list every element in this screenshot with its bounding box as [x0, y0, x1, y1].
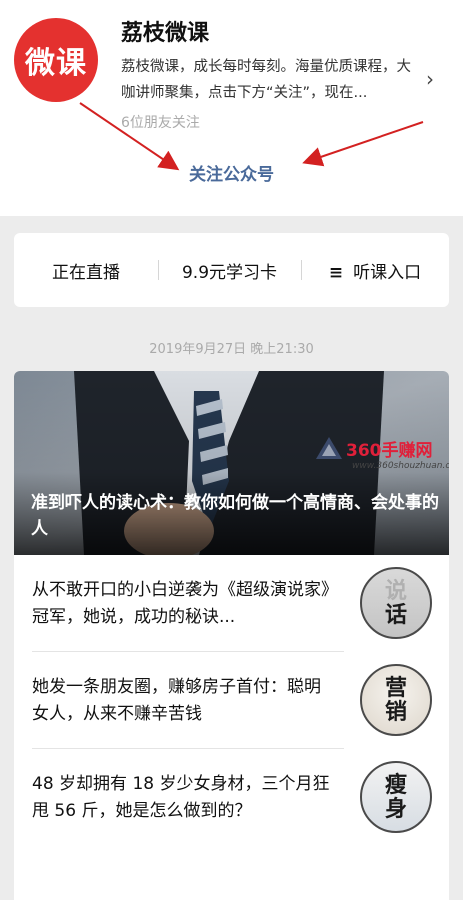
thumbnail-text: 销 — [384, 699, 407, 725]
account-menu: 正在直播 9.9元学习卡 ≡ 听课入口 — [14, 233, 449, 307]
hero-article-title: 准到吓人的读心术：教你如何做一个高情商、会处事的人 — [31, 493, 439, 539]
account-header: 微课 荔枝微课 荔枝微课，成长每时每刻。海量优质课程，大咖讲师聚集，点击下方“关… — [0, 0, 463, 216]
account-logo[interactable]: 微课 — [14, 18, 98, 102]
hero-article[interactable]: 360手赚网 www.360shouzhuan.com 准到吓人的读心术：教你如… — [14, 371, 449, 555]
article-row[interactable]: 她发一条朋友圈，赚够房子首付：聪明女人，从来不赚辛苦钱 营 销 — [14, 652, 449, 749]
friends-following: 6位朋友关注 — [121, 115, 200, 131]
message-timestamp: 2019年9月27日 晚上21:30 — [149, 342, 314, 357]
article-group: 360手赚网 www.360shouzhuan.com 准到吓人的读心术：教你如… — [14, 371, 449, 900]
thumbnail-text: 话 — [384, 602, 407, 628]
article-thumbnail: 营 销 — [360, 664, 432, 736]
menu-item-label: 听课入口 — [353, 262, 422, 283]
thumbnail-text: 说 — [384, 578, 407, 604]
article-thumbnail: 说 话 — [360, 567, 432, 639]
menu-lines-icon: ≡ — [328, 262, 344, 283]
chevron-right-icon[interactable]: › — [426, 67, 434, 91]
menu-item-label: 正在直播 — [52, 262, 120, 283]
menu-item-label: 9.9元学习卡 — [181, 262, 278, 283]
watermark-logo-icon — [316, 437, 342, 459]
menu-item-course-entry[interactable]: ≡ 听课入口 — [301, 258, 449, 283]
article-title: 48 岁却拥有 18 岁少女身材，三个月狂甩 56 斤，她是怎么做到的？ — [32, 774, 330, 821]
thumbnail-text: 营 — [384, 675, 407, 701]
thumbnail-text: 身 — [384, 796, 407, 822]
watermark-url: www.360shouzhuan.com — [352, 461, 449, 471]
watermark-text: 360手赚网 — [346, 441, 433, 461]
account-logo-text: 微课 — [25, 46, 87, 81]
account-name[interactable]: 荔枝微课 — [121, 15, 209, 47]
article-thumbnail: 瘦 身 — [360, 761, 432, 833]
menu-item-study-card[interactable]: 9.9元学习卡 — [158, 258, 301, 283]
account-description[interactable]: 荔枝微课，成长每时每刻。海量优质课程，大咖讲师聚集，点击下方“关注”，现在... — [121, 54, 419, 106]
article-title: 从不敢开口的小白逆袭为《超级演说家》冠军，她说，成功的秘诀... — [32, 580, 330, 627]
article-title: 她发一条朋友圈，赚够房子首付：聪明女人，从来不赚辛苦钱 — [32, 677, 321, 724]
article-row[interactable]: 48 岁却拥有 18 岁少女身材，三个月狂甩 56 斤，她是怎么做到的？ 瘦 身 — [14, 749, 449, 846]
article-row[interactable]: 从不敢开口的小白逆袭为《超级演说家》冠军，她说，成功的秘诀... 说 话 — [14, 555, 449, 652]
follow-account-button[interactable]: 关注公众号 — [0, 160, 463, 185]
thumbnail-text: 瘦 — [384, 772, 407, 798]
menu-item-live[interactable]: 正在直播 — [14, 258, 158, 283]
arrow-right — [302, 121, 424, 167]
